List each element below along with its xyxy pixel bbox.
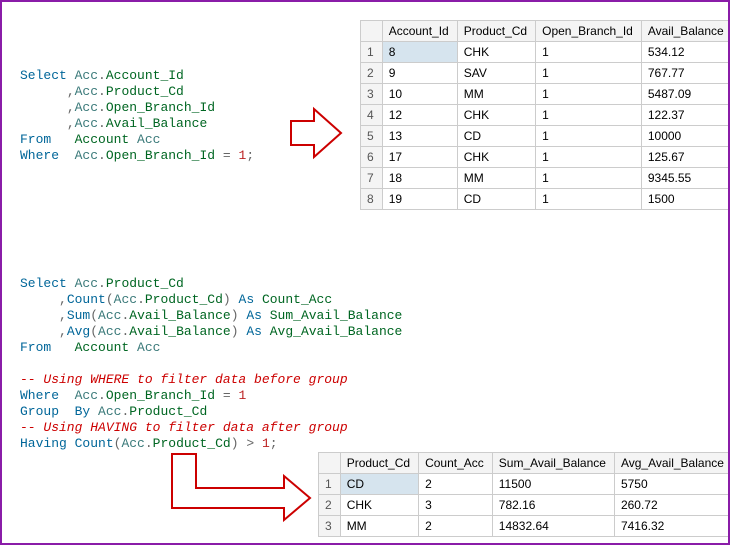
- page-frame: Select Acc.Account_Id ,Acc.Product_Cd ,A…: [0, 0, 730, 545]
- col-account-id: Account_Id: [106, 68, 184, 83]
- table-cell[interactable]: 2: [419, 516, 493, 537]
- fn-avg: Avg: [67, 324, 90, 339]
- table-row: 29SAV1767.77: [361, 63, 731, 84]
- table-cell[interactable]: 260.72: [614, 495, 730, 516]
- sql-query-2: Select Acc.Product_Cd ,Count(Acc.Product…: [20, 260, 402, 452]
- kw-where: Where: [20, 148, 59, 163]
- table-cell[interactable]: 9: [382, 63, 457, 84]
- table-cell[interactable]: SAV: [457, 63, 535, 84]
- table-cell[interactable]: 122.37: [641, 105, 730, 126]
- table-cell[interactable]: 1: [536, 147, 642, 168]
- table-cell[interactable]: CHK: [457, 147, 535, 168]
- table-cell[interactable]: 8: [382, 42, 457, 63]
- col-open-branch-id: Open_Branch_Id: [106, 100, 215, 115]
- table-cell[interactable]: 3: [319, 516, 341, 537]
- col-header-avg-avail-balance: Avg_Avail_Balance: [614, 453, 730, 474]
- table-cell[interactable]: 9345.55: [641, 168, 730, 189]
- col-header-count-acc: Count_Acc: [419, 453, 493, 474]
- table-cell[interactable]: 1: [319, 474, 341, 495]
- table-row: 718MM19345.55: [361, 168, 731, 189]
- table-cell[interactable]: 17: [382, 147, 457, 168]
- table-cell[interactable]: 2: [419, 474, 493, 495]
- table-cell[interactable]: 767.77: [641, 63, 730, 84]
- comment-where: -- Using WHERE to filter data before gro…: [20, 372, 348, 387]
- comment-having: -- Using HAVING to filter data after gro…: [20, 420, 348, 435]
- table-cell[interactable]: 5: [361, 126, 383, 147]
- table-cell[interactable]: MM: [457, 168, 535, 189]
- col-header-account-id: Account_Id: [382, 21, 457, 42]
- tbl-account: Account: [75, 132, 130, 147]
- table-cell[interactable]: 1: [536, 42, 642, 63]
- table-cell[interactable]: 12: [382, 105, 457, 126]
- results-table-2: Product_Cd Count_Acc Sum_Avail_Balance A…: [318, 452, 730, 537]
- arrow-right-icon: [286, 105, 346, 161]
- fn-count: Count: [67, 292, 106, 307]
- table-cell[interactable]: 10000: [641, 126, 730, 147]
- table-row: 412CHK1122.37: [361, 105, 731, 126]
- table-cell[interactable]: 4: [361, 105, 383, 126]
- table-cell[interactable]: 11500: [492, 474, 614, 495]
- table-row: 1CD2115005750: [319, 474, 731, 495]
- table-cell[interactable]: 7: [361, 168, 383, 189]
- col-header-product-cd: Product_Cd: [340, 453, 418, 474]
- table-cell[interactable]: CHK: [457, 42, 535, 63]
- table-cell[interactable]: CD: [457, 126, 535, 147]
- table-cell[interactable]: 5750: [614, 474, 730, 495]
- table-row: 2CHK3782.16260.72: [319, 495, 731, 516]
- table-cell[interactable]: 1: [536, 126, 642, 147]
- table-row: 310MM15487.09: [361, 84, 731, 105]
- table-cell[interactable]: 10: [382, 84, 457, 105]
- table-cell[interactable]: 3: [419, 495, 493, 516]
- arrow-down-right-icon: [164, 450, 314, 530]
- table-cell[interactable]: 125.67: [641, 147, 730, 168]
- table-cell[interactable]: 19: [382, 189, 457, 210]
- table-cell[interactable]: MM: [457, 84, 535, 105]
- table-cell[interactable]: 782.16: [492, 495, 614, 516]
- kw-from: From: [20, 132, 51, 147]
- table-cell[interactable]: 5487.09: [641, 84, 730, 105]
- table-cell[interactable]: 1: [536, 168, 642, 189]
- table-cell[interactable]: 1: [536, 63, 642, 84]
- table-row: 617CHK1125.67: [361, 147, 731, 168]
- table-row: 513CD110000: [361, 126, 731, 147]
- table-cell[interactable]: 1: [361, 42, 383, 63]
- fn-sum: Sum: [67, 308, 90, 323]
- table-cell[interactable]: CD: [457, 189, 535, 210]
- table-cell[interactable]: 1500: [641, 189, 730, 210]
- table-cell[interactable]: CHK: [457, 105, 535, 126]
- table-cell[interactable]: 2: [361, 63, 383, 84]
- col-header-product-cd: Product_Cd: [457, 21, 535, 42]
- table-cell[interactable]: 18: [382, 168, 457, 189]
- col-product-cd: Product_Cd: [106, 84, 184, 99]
- table-row: 18CHK1534.12: [361, 42, 731, 63]
- sql-query-1: Select Acc.Account_Id ,Acc.Product_Cd ,A…: [20, 52, 254, 164]
- col-header-open-branch-id: Open_Branch_Id: [536, 21, 642, 42]
- results-table-1: Account_Id Product_Cd Open_Branch_Id Ava…: [360, 20, 730, 210]
- id-acc: Acc: [75, 68, 98, 83]
- kw-select: Select: [20, 68, 67, 83]
- table-cell[interactable]: 2: [319, 495, 341, 516]
- table-cell[interactable]: 8: [361, 189, 383, 210]
- table-cell[interactable]: 1: [536, 84, 642, 105]
- table-row: 3MM214832.647416.32: [319, 516, 731, 537]
- table-row: 819CD11500: [361, 189, 731, 210]
- table-cell[interactable]: 14832.64: [492, 516, 614, 537]
- table-cell[interactable]: 1: [536, 105, 642, 126]
- table-cell[interactable]: 534.12: [641, 42, 730, 63]
- table-cell[interactable]: 3: [361, 84, 383, 105]
- table-cell[interactable]: CHK: [340, 495, 418, 516]
- table-cell[interactable]: MM: [340, 516, 418, 537]
- col-header-avail-balance: Avail_Balance: [641, 21, 730, 42]
- table-header-row: Account_Id Product_Cd Open_Branch_Id Ava…: [361, 21, 731, 42]
- table-cell[interactable]: 6: [361, 147, 383, 168]
- table-cell[interactable]: CD: [340, 474, 418, 495]
- table-cell[interactable]: 7416.32: [614, 516, 730, 537]
- table-header-row: Product_Cd Count_Acc Sum_Avail_Balance A…: [319, 453, 731, 474]
- col-avail-balance: Avail_Balance: [106, 116, 207, 131]
- col-header-sum-avail-balance: Sum_Avail_Balance: [492, 453, 614, 474]
- table-cell[interactable]: 13: [382, 126, 457, 147]
- table-cell[interactable]: 1: [536, 189, 642, 210]
